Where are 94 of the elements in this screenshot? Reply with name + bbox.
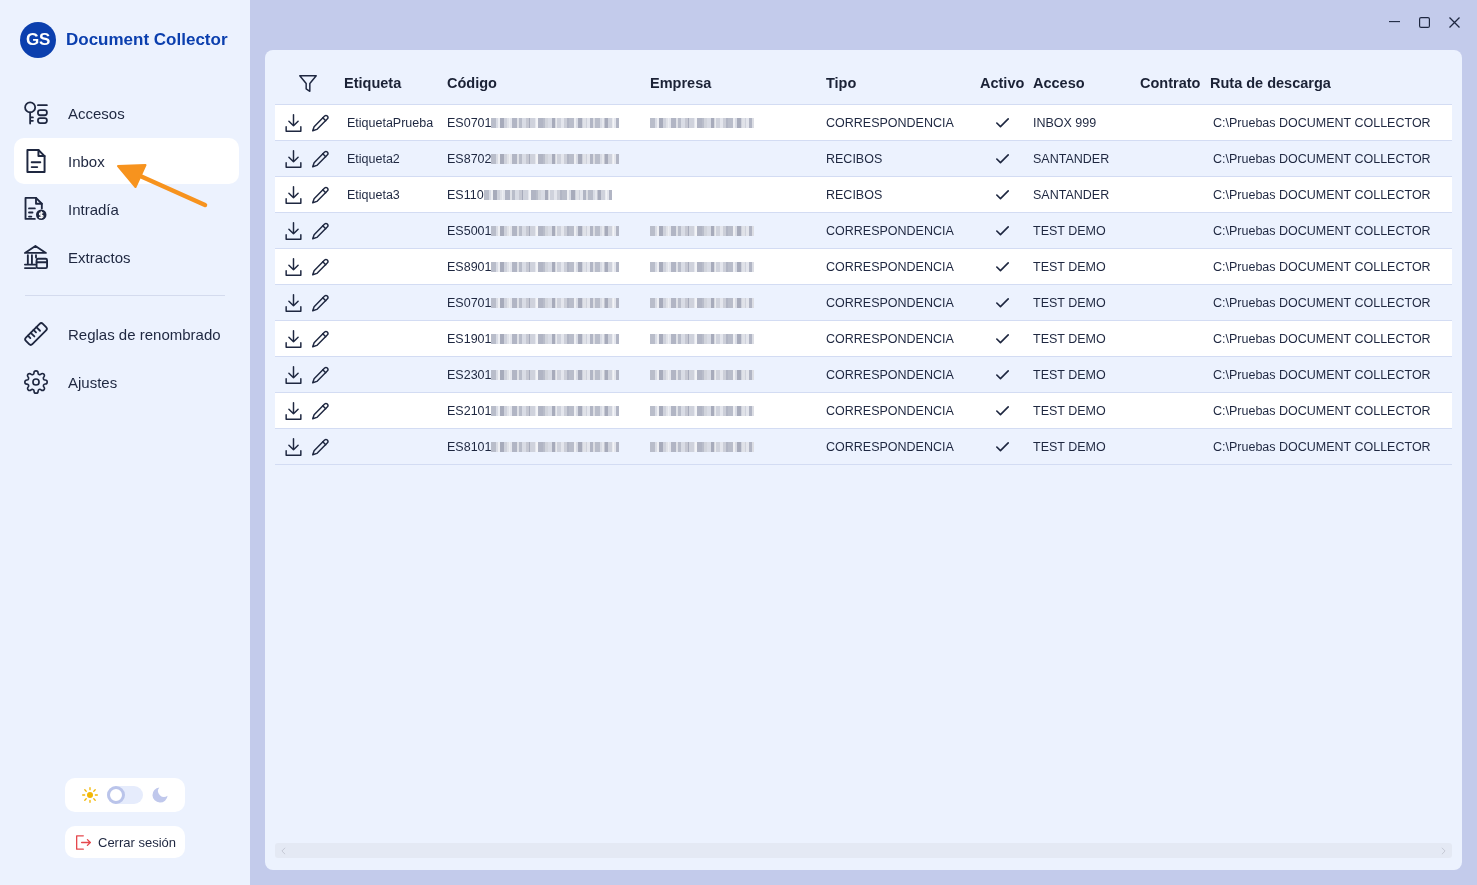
download-icon[interactable]	[285, 257, 302, 276]
table-cell: CORRESPONDENCIA	[826, 115, 954, 130]
pencil-icon[interactable]	[312, 437, 329, 456]
download-icon[interactable]	[285, 293, 302, 312]
table-cell: CORRESPONDENCIA	[826, 367, 954, 382]
table-cell: C:\Pruebas DOCUMENT COLLECTOR	[1213, 331, 1431, 346]
sun-icon	[82, 787, 98, 803]
document-coin-icon	[24, 197, 48, 221]
nav-item[interactable]: Reglas de renombrado	[14, 311, 239, 357]
table-cell: ES0701	[447, 295, 492, 310]
table-cell: Etiqueta3	[347, 187, 400, 202]
maximize-icon[interactable]	[1419, 16, 1430, 28]
minimize-icon[interactable]	[1389, 21, 1400, 23]
column-header: Etiqueta	[344, 75, 402, 91]
nav-item[interactable]: Intradía	[14, 186, 239, 232]
pencil-icon[interactable]	[312, 329, 329, 348]
table-cell: C:\Pruebas DOCUMENT COLLECTOR	[1213, 403, 1431, 418]
nav-item[interactable]: Inbox	[14, 138, 239, 184]
download-icon[interactable]	[285, 401, 302, 420]
table-cell: ES0701	[447, 115, 492, 130]
column-header: Activo	[980, 75, 1025, 91]
table-cell: CORRESPONDENCIA	[826, 223, 954, 238]
download-icon[interactable]	[285, 185, 302, 204]
pencil-icon[interactable]	[312, 113, 329, 132]
pencil-icon[interactable]	[312, 293, 329, 312]
table-cell: TEST DEMO	[1033, 367, 1106, 382]
app-title: Document Collector	[66, 30, 228, 50]
table-cell: ES110	[447, 187, 484, 202]
ruler-icon	[24, 322, 48, 346]
table-cell: RECIBOS	[826, 187, 883, 202]
table-cell: ES5001	[447, 223, 492, 238]
download-icon[interactable]	[285, 365, 302, 384]
filter-icon[interactable]	[298, 74, 317, 92]
column-header: Acceso	[1033, 75, 1085, 91]
table-cell: ES8901	[447, 259, 492, 274]
table-cell: TEST DEMO	[1033, 259, 1106, 274]
bank-icon	[24, 245, 48, 269]
table-cell: ES8702	[447, 151, 492, 166]
table-cell: CORRESPONDENCIA	[826, 331, 954, 346]
table-cell: C:\Pruebas DOCUMENT COLLECTOR	[1213, 439, 1431, 454]
table-cell: C:\Pruebas DOCUMENT COLLECTOR	[1213, 187, 1431, 202]
pencil-icon[interactable]	[312, 401, 329, 420]
table-cell: ES2301	[447, 367, 492, 382]
logout-icon	[76, 834, 91, 850]
logo-badge: GS	[20, 22, 56, 58]
table-cell: TEST DEMO	[1033, 295, 1106, 310]
table-cell: INBOX 999	[1033, 115, 1097, 130]
pencil-icon[interactable]	[312, 365, 329, 384]
table-cell: ES8101	[447, 439, 492, 454]
table-cell: Etiqueta2	[347, 151, 400, 166]
table-cell: SANTANDER	[1033, 151, 1110, 166]
nav-item[interactable]: Accesos	[14, 90, 239, 136]
table-cell: C:\Pruebas DOCUMENT COLLECTOR	[1213, 115, 1431, 130]
table-cell: C:\Pruebas DOCUMENT COLLECTOR	[1213, 151, 1431, 166]
column-header: Contrato	[1140, 75, 1201, 91]
table-cell: C:\Pruebas DOCUMENT COLLECTOR	[1213, 295, 1431, 310]
nav-item[interactable]: Extractos	[14, 234, 239, 280]
column-header: Tipo	[826, 75, 857, 91]
table-cell: TEST DEMO	[1033, 331, 1106, 346]
table-cell: CORRESPONDENCIA	[826, 295, 954, 310]
download-icon[interactable]	[285, 437, 302, 456]
moon-icon	[152, 787, 168, 803]
download-icon[interactable]	[285, 149, 302, 168]
table-cell: TEST DEMO	[1033, 403, 1106, 418]
close-icon[interactable]	[1449, 16, 1460, 28]
download-icon[interactable]	[285, 221, 302, 240]
pencil-icon[interactable]	[312, 221, 329, 240]
download-icon[interactable]	[285, 329, 302, 348]
table-cell: CORRESPONDENCIA	[826, 439, 954, 454]
document-icon	[24, 149, 48, 173]
key-list-icon	[24, 101, 48, 125]
table-cell: CORRESPONDENCIA	[826, 403, 954, 418]
theme-switch[interactable]	[107, 786, 143, 804]
table-cell: ES2101	[447, 403, 492, 418]
column-header: Código	[447, 75, 497, 91]
table-cell: EtiquetaPrueba	[347, 115, 434, 130]
table-cell: SANTANDER	[1033, 187, 1110, 202]
pencil-icon[interactable]	[312, 185, 329, 204]
table-cell: C:\Pruebas DOCUMENT COLLECTOR	[1213, 259, 1431, 274]
pencil-icon[interactable]	[312, 149, 329, 168]
table-cell: C:\Pruebas DOCUMENT COLLECTOR	[1213, 223, 1431, 238]
column-header: Empresa	[650, 75, 712, 91]
table-cell: RECIBOS	[826, 151, 883, 166]
download-icon[interactable]	[285, 113, 302, 132]
table-cell: C:\Pruebas DOCUMENT COLLECTOR	[1213, 367, 1431, 382]
column-header: Ruta de descarga	[1210, 75, 1331, 91]
settings-icon	[24, 370, 48, 394]
table-cell: TEST DEMO	[1033, 223, 1106, 238]
logout-button[interactable]: Cerrar sesión	[65, 826, 185, 858]
table-cell: TEST DEMO	[1033, 439, 1106, 454]
table-cell: CORRESPONDENCIA	[826, 259, 954, 274]
table-cell: ES1901	[447, 331, 492, 346]
pencil-icon[interactable]	[312, 257, 329, 276]
nav-item[interactable]: Ajustes	[14, 359, 239, 405]
